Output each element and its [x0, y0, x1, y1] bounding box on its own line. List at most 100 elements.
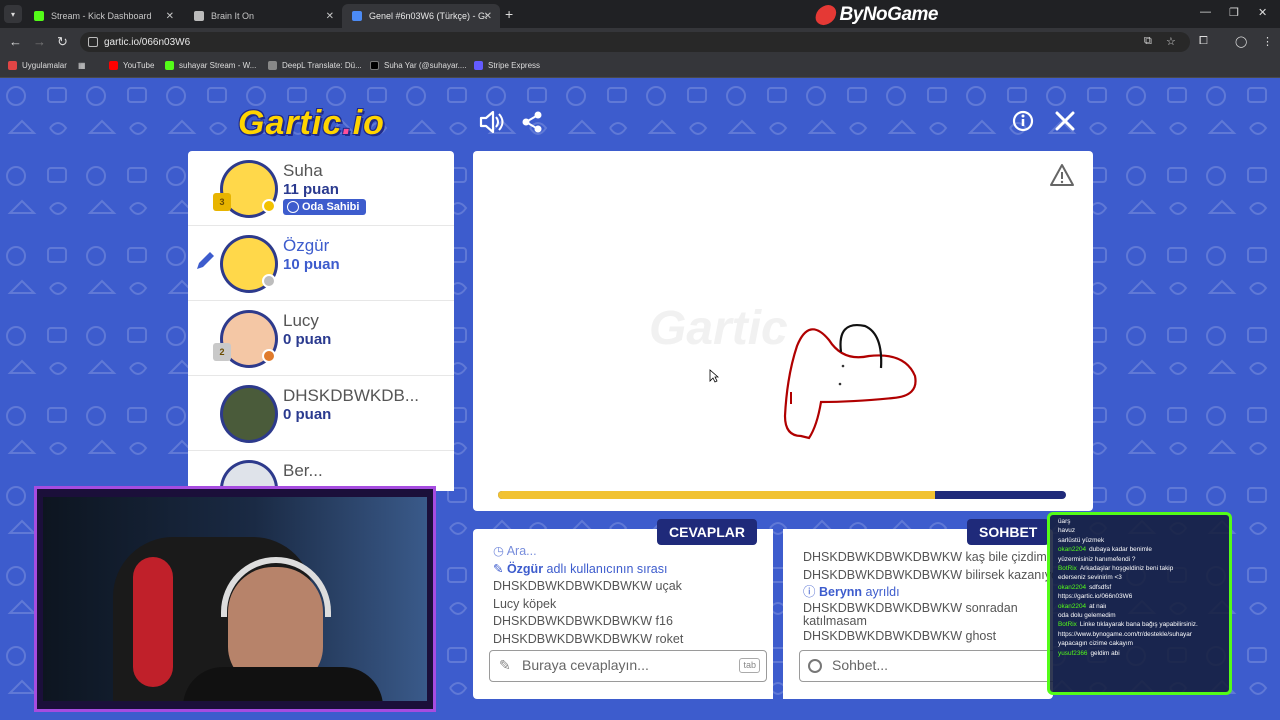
message-text: roket	[655, 631, 684, 646]
kick-chat-text: sdfsdfsf	[1089, 583, 1112, 591]
browser-tab-strip: ▾ Stream - Kick Dashboard ✕ Brain It On …	[0, 0, 1280, 28]
browser-tab-brain-it-on[interactable]: Brain It On ✕	[184, 4, 342, 28]
room-owner-badge: Oda Sahibi	[283, 199, 367, 215]
browser-tab-gartic[interactable]: Genel #6n03W6 (Türkçe) - Garti ✕	[342, 4, 500, 28]
message-text: bilirsek kazanıyor	[965, 567, 1053, 582]
kick-chat-text: havuz	[1058, 527, 1076, 535]
reload-icon[interactable]: ↻	[57, 34, 68, 50]
player-row[interactable]: DHSKDBWKDB... 0 puan	[188, 376, 454, 451]
close-icon[interactable]	[1054, 110, 1076, 132]
player-name: Lucy	[283, 311, 319, 330]
bookmark-tabs-grid[interactable]: ▦	[78, 61, 86, 70]
bookmark-deepl[interactable]: DeepL Translate: Dü...	[268, 61, 362, 70]
chat-message: DHSKDBWKDBWKDBWKW ghost	[803, 628, 1053, 646]
answers-panel: CEVAPLAR ◷ Ara... ✎ Özgür adlı kullanıcı…	[473, 519, 773, 699]
webcam-overlay	[34, 486, 436, 712]
kick-favicon-icon	[34, 11, 44, 21]
extensions-icon[interactable]: ⧠	[1199, 35, 1208, 48]
bookmark-star-icon[interactable]: ☆	[1166, 35, 1176, 48]
kick-chat-line: okan2204 dubaya kadar benimle	[1050, 545, 1229, 554]
player-row[interactable]: 2 Lucy 0 puan	[188, 301, 454, 376]
tab-title: Brain It On	[211, 11, 255, 21]
close-window-icon[interactable]: ✕	[1258, 6, 1267, 19]
address-bar[interactable]: gartic.io/066n03W6	[80, 32, 1190, 52]
tab-title: Stream - Kick Dashboard	[51, 11, 152, 21]
bookmark-stripe[interactable]: Stripe Express	[474, 61, 540, 70]
mouse-cursor-icon	[709, 369, 719, 383]
tab-title: Genel #6n03W6 (Türkçe) - Garti	[369, 11, 487, 21]
kick-chat-text: üarş	[1058, 518, 1071, 525]
tab-key-hint: tab	[739, 658, 760, 673]
report-warning-icon[interactable]	[1049, 163, 1075, 187]
status-dot	[262, 199, 276, 213]
youtube-icon	[109, 61, 118, 70]
sound-icon[interactable]	[478, 110, 504, 134]
message-text: f16	[655, 614, 673, 628]
kick-chat-text: https://www.bynogame.com/tr/destekle/suh…	[1058, 630, 1192, 638]
close-tab-icon[interactable]: ✕	[166, 11, 174, 22]
pencil-icon	[197, 252, 214, 269]
profile-icon[interactable]: ◯	[1235, 35, 1247, 48]
stripe-icon	[474, 61, 483, 70]
restore-icon[interactable]: ❐	[1229, 6, 1239, 19]
menu-dots-icon[interactable]: ⋮	[1262, 35, 1273, 48]
answer-message: DHSKDBWKDBWKDBWKW uçak	[493, 578, 683, 596]
player-row[interactable]: Özgür 10 puan	[188, 226, 454, 301]
answer-message: Lucy köpek	[493, 596, 683, 614]
kick-chat-username: BotRix	[1058, 621, 1077, 629]
kick-chat-line: BotRix Linke tıklayarak bana bağış yapabi…	[1050, 620, 1229, 629]
player-name: Suha	[283, 161, 323, 180]
message-text: kaş bile çizdim	[965, 550, 1047, 564]
kick-chat-line: ederseniz sevinirim <3	[1050, 573, 1229, 582]
bookmark-kick-stream[interactable]: suhayar Stream - W...	[165, 61, 256, 70]
message-text: ghost	[965, 628, 997, 643]
bookmark-apps[interactable]: Uygulamalar	[8, 61, 67, 70]
chat-input[interactable]: Sohbet...	[799, 650, 1053, 682]
answer-message: DHSKDBWKDBWKDBWKW f16	[493, 613, 683, 631]
kick-chat-username: yusuf2366	[1058, 649, 1088, 657]
player-list: 3 Suha 11 puan Oda Sahibi Özgür 10 puan …	[188, 151, 454, 491]
forward-arrow-icon[interactable]: →	[33, 34, 46, 49]
browser-tab-kick[interactable]: Stream - Kick Dashboard ✕	[24, 4, 182, 28]
back-arrow-icon[interactable]: ←	[9, 34, 22, 49]
player-row[interactable]: 3 Suha 11 puan Oda Sahibi	[188, 151, 454, 226]
message-author: DHSKDBWKDBWKDBWKW	[803, 628, 963, 643]
bookmark-label: YouTube	[123, 61, 155, 70]
kick-chat-text: sarlüstü yüzmek	[1058, 536, 1105, 544]
kick-chat-username: okan2204	[1058, 583, 1087, 591]
turn-timer-fill	[498, 491, 936, 499]
message-author: DHSKDBWKDBWKDBWKW	[803, 550, 963, 564]
minimize-icon[interactable]: —	[1200, 6, 1211, 18]
chat-log: DHSKDBWKDBWKDBWKW kaş bile çizdim DHSKDB…	[803, 549, 1053, 645]
kick-chat-line: oda dolu gelemedim	[1050, 611, 1229, 620]
status-dot	[262, 349, 276, 363]
kick-chat-username: BotRix	[1058, 565, 1077, 573]
close-tab-icon[interactable]: ✕	[484, 11, 492, 22]
system-message: ◷ Ara...	[493, 544, 537, 558]
bynogame-brand: ⬤ ByNoGame	[814, 4, 938, 25]
chair-accent	[133, 557, 173, 687]
kick-chat-username: okan2204	[1058, 602, 1087, 610]
kick-chat-line: üarş	[1050, 517, 1229, 526]
answer-input[interactable]: ✎ Buraya cevaplayın... tab	[489, 650, 767, 682]
player-row[interactable]: Ber...	[188, 451, 454, 491]
bookmark-youtube[interactable]: YouTube	[109, 61, 154, 70]
bookmark-label: Uygulamalar	[22, 61, 67, 70]
new-tab-button[interactable]: +	[505, 6, 513, 22]
close-tab-icon[interactable]: ✕	[326, 11, 334, 22]
kick-chat-text: at naiı	[1089, 602, 1107, 610]
chat-tab[interactable]: SOHBET	[967, 519, 1050, 545]
deepl-icon	[268, 61, 277, 70]
install-app-icon[interactable]: ⧉	[1144, 35, 1152, 48]
info-icon[interactable]	[1012, 110, 1034, 132]
kick-chat-line: okan2204 at naiı	[1050, 602, 1229, 611]
share-icon[interactable]	[520, 110, 544, 134]
drawing-canvas[interactable]: Gartic	[473, 151, 1093, 511]
tab-search-button[interactable]: ▾	[4, 5, 22, 23]
answers-tab[interactable]: CEVAPLAR	[657, 519, 757, 545]
kick-chat-text: yapacagın cizime cakayım	[1058, 640, 1133, 648]
canvas-watermark: Gartic	[649, 302, 788, 355]
site-info-icon[interactable]	[88, 37, 98, 47]
bookmark-tiktok[interactable]: Suha Yar (@suhayar....	[370, 61, 467, 70]
chat-message: DHSKDBWKDBWKDBWKW bilirsek kazanıyor	[803, 567, 1053, 585]
